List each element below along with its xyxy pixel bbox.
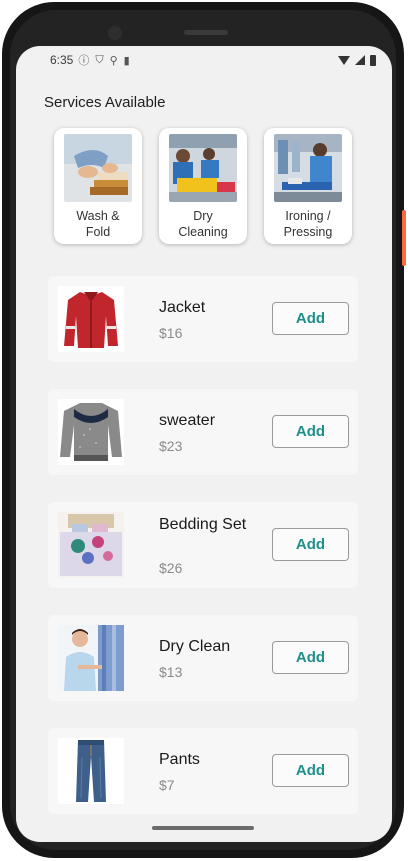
sd-card-icon: ▮ [123, 54, 130, 67]
wifi-icon [338, 55, 350, 65]
item-name: sweater [159, 412, 216, 429]
front-camera [108, 26, 122, 40]
usb-icon: ⚲ [109, 54, 118, 67]
power-button [402, 210, 406, 266]
shield-icon: ⛉ [95, 53, 104, 66]
add-button[interactable]: Add [272, 528, 349, 561]
home-indicator[interactable] [152, 826, 254, 830]
add-button[interactable]: Add [272, 415, 349, 448]
add-button[interactable]: Add [272, 641, 349, 674]
services-row: Wash & Fold Dry Cleaning Ironing / Press… [54, 128, 354, 244]
app-screen: 6:35 ⓘ ⛉ ⚲ ▮ Services Available Wash & F… [16, 46, 392, 842]
item-name: Pants [159, 751, 200, 768]
earpiece [184, 30, 228, 35]
item-name: Dry Clean [159, 638, 231, 655]
add-button[interactable]: Add [272, 302, 349, 335]
battery-icon [370, 54, 376, 66]
list-item: Bedding Set $26 Add [48, 502, 358, 588]
service-card-dry-cleaning[interactable]: Dry Cleaning [159, 128, 247, 244]
service-label: Wash & Fold [76, 209, 120, 239]
item-price: $7 [159, 777, 175, 793]
item-price: $23 [159, 438, 183, 454]
item-name: Jacket [159, 299, 206, 316]
list-item: sweater $23 Add [48, 389, 358, 475]
status-bar: 6:35 ⓘ ⛉ ⚲ ▮ [16, 46, 392, 74]
dry-clean-image [58, 625, 124, 691]
list-item: Pants $7 Add [48, 728, 358, 814]
item-price: $26 [159, 560, 183, 576]
info-icon: ⓘ [78, 55, 90, 67]
service-label: Dry Cleaning [178, 209, 228, 239]
dry-cleaning-image [169, 134, 237, 202]
sweater-image [58, 399, 124, 465]
jacket-image [58, 286, 124, 352]
item-price: $16 [159, 325, 183, 341]
status-time: 6:35 [50, 53, 74, 67]
add-button[interactable]: Add [272, 754, 349, 787]
service-card-ironing-pressing[interactable]: Ironing / Pressing [264, 128, 352, 244]
service-label: Ironing / Pressing [283, 209, 333, 239]
service-card-wash-fold[interactable]: Wash & Fold [54, 128, 142, 244]
list-item: Dry Clean $13 Add [48, 615, 358, 701]
item-price: $13 [159, 664, 183, 680]
cell-signal-icon [355, 55, 365, 65]
list-item: Jacket $16 Add [48, 276, 358, 362]
item-name: Bedding Set [159, 516, 247, 533]
pants-image [58, 738, 124, 804]
bedding-image [58, 512, 124, 578]
wash-fold-image [64, 134, 132, 202]
page-title: Services Available [44, 94, 166, 111]
status-right-icons [338, 54, 376, 66]
ironing-pressing-image [274, 134, 342, 202]
